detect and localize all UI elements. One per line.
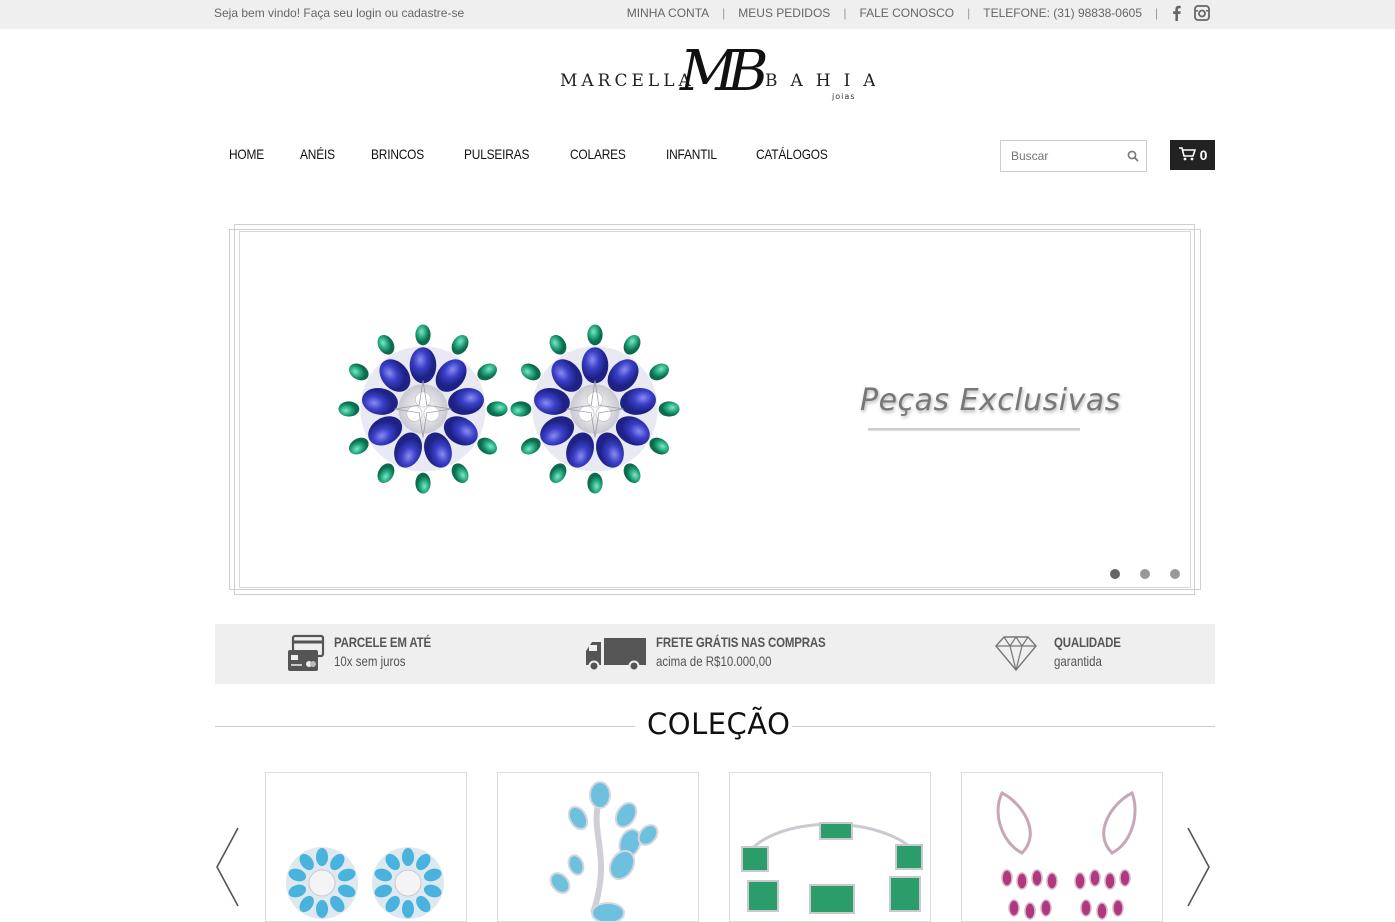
phone-text: TELEFONE: (31) 98838-0605 bbox=[983, 6, 1142, 20]
main-nav: HOME ANÉIS BRINCOS PULSEIRAS COLARES INF… bbox=[229, 146, 870, 162]
instagram-icon[interactable] bbox=[1194, 5, 1210, 26]
logo-sub-text: joias bbox=[831, 92, 855, 101]
feature-installments-title: PARCELE EM ATÉ bbox=[334, 634, 431, 650]
feature-free-shipping-title: FRETE GRÁTIS NAS COMPRAS bbox=[656, 634, 826, 650]
social-links bbox=[1170, 5, 1210, 26]
welcome-login-link[interactable]: Seja bem vindo! Faça seu login ou cadast… bbox=[214, 6, 464, 20]
nav-catalogs[interactable]: CATÁLOGOS bbox=[756, 146, 828, 162]
feature-free-shipping: FRETE GRÁTIS NAS COMPRAS acima de R$10.0… bbox=[584, 634, 863, 679]
search-icon[interactable] bbox=[1127, 149, 1139, 167]
nav-bracelets[interactable]: PULSEIRAS bbox=[464, 146, 529, 162]
cart-icon bbox=[1178, 146, 1196, 164]
slider-dot-3[interactable] bbox=[1170, 569, 1180, 579]
slider-dot-1[interactable] bbox=[1110, 569, 1120, 579]
product-card-turquoise-ring[interactable] bbox=[497, 772, 699, 922]
logo-left-text: MARCELLA bbox=[560, 71, 695, 91]
banner-caption-underline bbox=[868, 428, 1080, 430]
nav-necklaces[interactable]: COLARES bbox=[570, 146, 626, 162]
my-account-link[interactable]: MINHA CONTA bbox=[627, 6, 709, 20]
feature-quality-title: QUALIDADE bbox=[1054, 634, 1121, 650]
divider-left bbox=[215, 726, 635, 727]
carousel-prev-arrow[interactable] bbox=[214, 826, 240, 913]
feature-quality: QUALIDADE garantida bbox=[994, 634, 1135, 677]
slider-dots bbox=[1110, 569, 1180, 579]
features-strip: PARCELE EM ATÉ 10x sem juros FRETE GRÁTI… bbox=[215, 624, 1215, 684]
collection-title: COLEÇÃO bbox=[647, 707, 791, 741]
separator: | bbox=[967, 6, 971, 20]
product-card-turquoise-earrings[interactable] bbox=[265, 772, 467, 922]
cart-button[interactable]: 0 bbox=[1170, 140, 1215, 170]
brand-logo[interactable]: MARCELLA BAHIA MB joias bbox=[555, 38, 876, 108]
truck-icon bbox=[584, 634, 648, 679]
slider-dot-2[interactable] bbox=[1140, 569, 1150, 579]
earrings-image bbox=[338, 324, 680, 494]
logo-right-text: BAHIA bbox=[765, 71, 875, 91]
feature-free-shipping-subtitle: acima de R$10.000,00 bbox=[656, 653, 772, 669]
banner-caption: Peças Exclusivas bbox=[860, 383, 1121, 418]
separator: | bbox=[722, 6, 726, 20]
separator: | bbox=[843, 6, 847, 20]
nav-rings[interactable]: ANÉIS bbox=[300, 146, 335, 162]
nav-earrings[interactable]: BRINCOS bbox=[371, 146, 424, 162]
diamond-icon bbox=[994, 634, 1038, 677]
logo-monogram: MB bbox=[679, 39, 766, 104]
credit-card-icon bbox=[286, 634, 326, 679]
cart-count: 0 bbox=[1199, 147, 1208, 163]
search-input[interactable] bbox=[1001, 141, 1121, 171]
top-bar: Seja bem vindo! Faça seu login ou cadast… bbox=[0, 0, 1395, 29]
facebook-icon[interactable] bbox=[1170, 5, 1184, 26]
feature-installments-subtitle: 10x sem juros bbox=[334, 653, 406, 669]
contact-link[interactable]: FALE CONOSCO bbox=[859, 6, 954, 20]
product-card-emerald-bracelet[interactable] bbox=[729, 772, 931, 922]
my-orders-link[interactable]: MEUS PEDIDOS bbox=[738, 6, 830, 20]
nav-home[interactable]: HOME bbox=[229, 146, 264, 162]
product-card-amethyst-earrings[interactable] bbox=[961, 772, 1163, 922]
divider-right bbox=[792, 726, 1215, 727]
carousel-next-arrow[interactable] bbox=[1186, 826, 1212, 913]
search-box bbox=[1000, 140, 1147, 172]
feature-quality-subtitle: garantida bbox=[1054, 653, 1102, 669]
separator: | bbox=[1155, 6, 1159, 20]
feature-installments: PARCELE EM ATÉ 10x sem juros bbox=[286, 634, 452, 679]
nav-kids[interactable]: INFANTIL bbox=[666, 146, 717, 162]
top-links: MINHA CONTA | MEUS PEDIDOS | FALE CONOSC… bbox=[627, 6, 1142, 20]
